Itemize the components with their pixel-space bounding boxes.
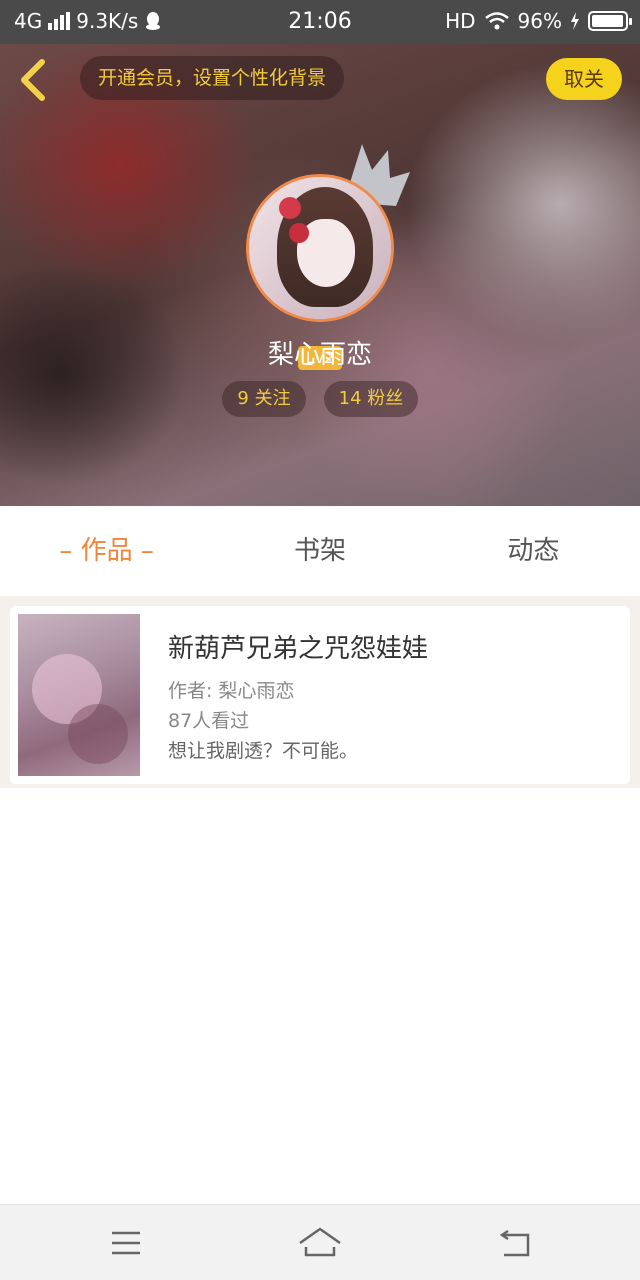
back-icon[interactable] [14,56,54,104]
vip-background-banner[interactable]: 开通会员，设置个性化背景 [80,56,345,100]
profile-header: 开通会员，设置个性化背景 取关 Lv2 梨心雨恋 9 关注 14 粉丝 [0,44,640,506]
book-title[interactable]: 新葫芦兄弟之咒怨娃娃 [168,628,428,665]
unfollow-button[interactable]: 取关 [546,58,622,100]
tab-bookshelf[interactable]: 书架 [213,506,426,596]
following-count[interactable]: 9 关注 [222,381,306,417]
tab-activity[interactable]: 动态 [427,506,640,596]
battery-percent: 96% [517,9,562,33]
username: 梨心雨恋 [267,340,372,370]
fans-count[interactable]: 14 粉丝 [324,381,418,417]
wifi-icon [484,12,509,30]
menu-icon[interactable] [104,1223,148,1263]
avatar-container[interactable] [246,174,394,322]
status-right: HD 96% [445,9,632,33]
battery-fill [592,15,623,27]
works-list: 新葫芦兄弟之咒怨娃娃 作者: 梨心雨恋 87人看过 想让我剧透？不可能。 [0,596,640,788]
book-author: 作者: 梨心雨恋 [168,680,295,702]
home-icon[interactable] [298,1223,342,1263]
system-nav-bar [0,1204,640,1280]
battery-icon [588,11,632,31]
hd-indicator: HD [445,9,476,33]
tab-works[interactable]: – 作品 – [0,506,213,596]
charging-icon [571,12,579,30]
profile-tabs: – 作品 – 书架 动态 [0,506,640,596]
book-description: 想让我剧透？不可能。 [168,740,359,762]
work-card[interactable]: 新葫芦兄弟之咒怨娃娃 作者: 梨心雨恋 87人看过 想让我剧透？不可能。 [10,606,630,784]
book-cover[interactable] [18,614,140,776]
return-icon[interactable] [494,1223,538,1263]
book-views: 87人看过 [168,710,250,732]
avatar[interactable] [246,174,394,322]
status-bar: 4G 9.3K/s 21:06 HD 96% [0,0,640,44]
